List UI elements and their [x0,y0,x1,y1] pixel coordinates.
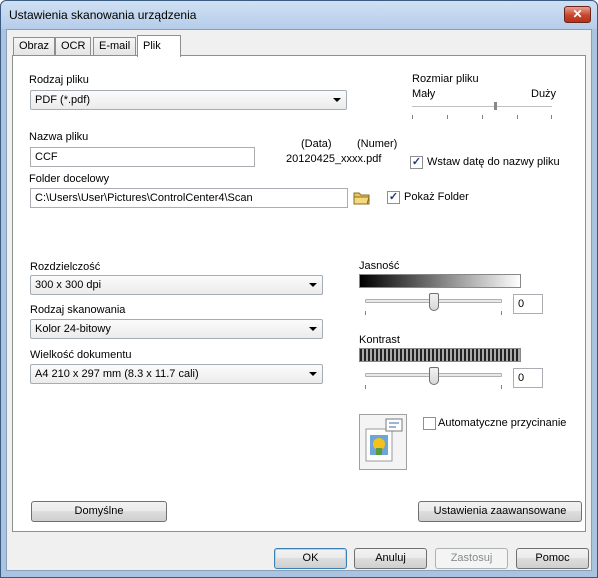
file-size-track [412,106,552,107]
contrast-pattern [359,348,521,362]
file-name-label: Nazwa pliku [29,131,89,143]
chevron-down-icon [333,98,341,102]
file-size-min-label: Mały [412,88,436,100]
brightness-slider[interactable] [365,293,502,315]
contrast-slider[interactable] [365,367,502,389]
file-settings-panel: Rodzaj pliku PDF (*.pdf) Rozmiar pliku M… [12,55,586,532]
section-divider [30,244,570,245]
contrast-thumb[interactable] [429,367,439,385]
file-size-thumb[interactable] [494,102,497,110]
close-button[interactable]: ✕ [564,6,591,23]
file-size-slider[interactable] [412,102,552,122]
brightness-tick [365,311,366,315]
brightness-value-input[interactable]: 0 [513,294,543,314]
chevron-down-icon [309,283,317,287]
contrast-value-input[interactable]: 0 [513,368,543,388]
file-size-max-label: Duży [531,88,557,100]
file-type-value: PDF (*.pdf) [35,94,91,106]
dialog-window: Ustawienia skanowania urządzenia ✕ Obraz… [0,0,598,578]
tab-email[interactable]: E-mail [93,37,137,56]
document-size-value: A4 210 x 297 mm (8.3 x 11.7 cali) [35,368,199,380]
section-divider [30,486,570,487]
destination-folder-label: Folder docelowy [29,173,110,185]
file-type-select[interactable]: PDF (*.pdf) [30,90,347,110]
help-button[interactable]: Pomoc [516,548,589,569]
document-size-select[interactable]: A4 210 x 297 mm (8.3 x 11.7 cali) [30,364,323,384]
file-size-tick [482,115,483,119]
file-size-label: Rozmiar pliku [412,73,479,85]
file-size-tick [517,115,518,119]
brightness-tick [501,311,502,315]
chevron-down-icon [309,372,317,376]
advanced-settings-button[interactable]: Ustawienia zaawansowane [418,501,582,522]
date-column-label: (Data) [301,138,332,150]
resolution-value: 300 x 300 dpi [35,279,102,291]
close-icon: ✕ [572,7,583,21]
apply-button[interactable]: Zastosuj [435,548,508,569]
document-size-label: Wielkość dokumentu [30,349,132,361]
chevron-down-icon [309,327,317,331]
tab-ocr[interactable]: OCR [55,37,92,56]
tab-obraz[interactable]: Obraz [13,37,55,56]
dialog-client-area: Obraz OCR E-mail Plik Rodzaj pliku PDF (… [6,29,592,571]
file-size-tick [551,115,552,119]
auto-crop-label: Automatyczne przycinanie [438,417,567,429]
contrast-tick [365,385,366,389]
resolution-label: Rozdzielczość [30,261,101,273]
brightness-thumb[interactable] [429,293,439,311]
file-type-label: Rodzaj pliku [29,74,89,86]
contrast-label: Kontrast [359,334,400,346]
scan-type-value: Kolor 24-bitowy [35,323,111,335]
file-name-preview: 20120425_xxxx.pdf [286,153,382,165]
scan-type-label: Rodzaj skanowania [30,304,126,316]
number-column-label: (Numer) [357,138,398,150]
defaults-button[interactable]: Domyślne [31,501,167,522]
file-size-tick [412,115,413,119]
ok-button[interactable]: OK [274,548,347,569]
show-folder-label: Pokaż Folder [404,191,469,203]
insert-date-checkbox[interactable]: ✓ [410,156,423,169]
title-bar[interactable]: Ustawienia skanowania urządzenia ✕ [1,1,597,29]
auto-crop-checkbox[interactable] [423,417,436,430]
cancel-button[interactable]: Anuluj [354,548,427,569]
window-title: Ustawienia skanowania urządzenia [9,8,197,22]
brightness-gradient [359,274,521,288]
show-folder-checkbox[interactable]: ✓ [387,191,400,204]
tab-plik[interactable]: Plik [137,35,181,57]
scan-type-select[interactable]: Kolor 24-bitowy [30,319,323,339]
brightness-label: Jasność [359,260,400,272]
auto-crop-icon [359,414,407,470]
destination-folder-input[interactable]: C:\Users\User\Pictures\ControlCenter4\Sc… [30,188,348,208]
file-name-input[interactable]: CCF [30,147,255,167]
resolution-select[interactable]: 300 x 300 dpi [30,275,323,295]
contrast-tick [501,385,502,389]
file-size-tick [447,115,448,119]
folder-icon[interactable] [352,189,372,207]
insert-date-label: Wstaw datę do nazwy pliku [427,156,560,168]
